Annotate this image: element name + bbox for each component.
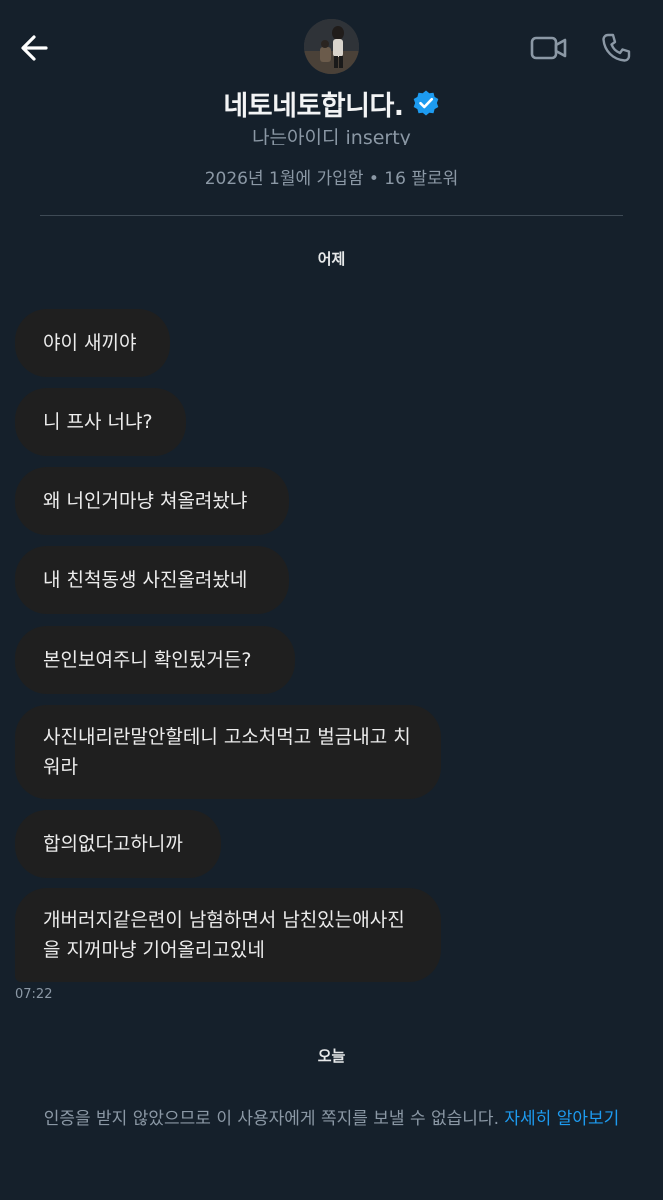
video-call-button[interactable]	[528, 28, 570, 68]
message-bubble[interactable]: 야이 새끼야	[15, 309, 170, 377]
avatar-photo	[304, 19, 359, 74]
date-separator-yesterday: 어제	[317, 250, 346, 268]
message-timestamp: 07:22	[15, 987, 53, 1002]
profile-name-row[interactable]: 네토네토합니다.	[0, 82, 663, 124]
message-bubble[interactable]: 내 친척동생 사진올려놨네	[15, 546, 289, 614]
learn-more-link[interactable]: 자세히 알아보기	[504, 1109, 619, 1129]
video-camera-icon	[530, 36, 567, 60]
dm-restriction-notice: 인증을 받지 않았으므로 이 사용자에게 쪽지를 보낼 수 없습니다. 자세히 …	[0, 1104, 663, 1129]
voice-call-button[interactable]	[596, 28, 636, 68]
message-bubble[interactable]: 합의없다고하니까	[15, 810, 221, 878]
arrow-left-icon	[21, 35, 48, 61]
message-bubble[interactable]: 사진내리란말안할테니 고소처먹고 벌금내고 치워라	[15, 705, 441, 799]
notice-text: 인증을 받지 않았으므로 이 사용자에게 쪽지를 보낼 수 없습니다.	[43, 1109, 499, 1129]
back-button[interactable]	[14, 28, 54, 68]
profile-handle: 나는아이디 insertу	[252, 127, 411, 145]
message-bubble[interactable]: 개버러지같은련이 남혐하면서 남친있는애사진을 지꺼마냥 기어올리고있네	[15, 888, 441, 982]
avatar[interactable]	[304, 19, 359, 74]
phone-icon	[602, 33, 631, 62]
message-bubble[interactable]: 니 프사 너냐?	[15, 388, 186, 456]
message-bubble[interactable]: 왜 너인거마냥 쳐올려놨냐	[15, 467, 289, 535]
verified-badge-icon	[412, 89, 440, 117]
profile-name: 네토네토합니다.	[223, 90, 404, 122]
message-bubble[interactable]: 본인보여주니 확인됬거든?	[15, 626, 295, 694]
date-separator-today: 오늘	[317, 1047, 346, 1065]
divider	[40, 215, 623, 216]
profile-meta: 2026년 1월에 가입함 • 16 팔로워	[204, 169, 459, 189]
